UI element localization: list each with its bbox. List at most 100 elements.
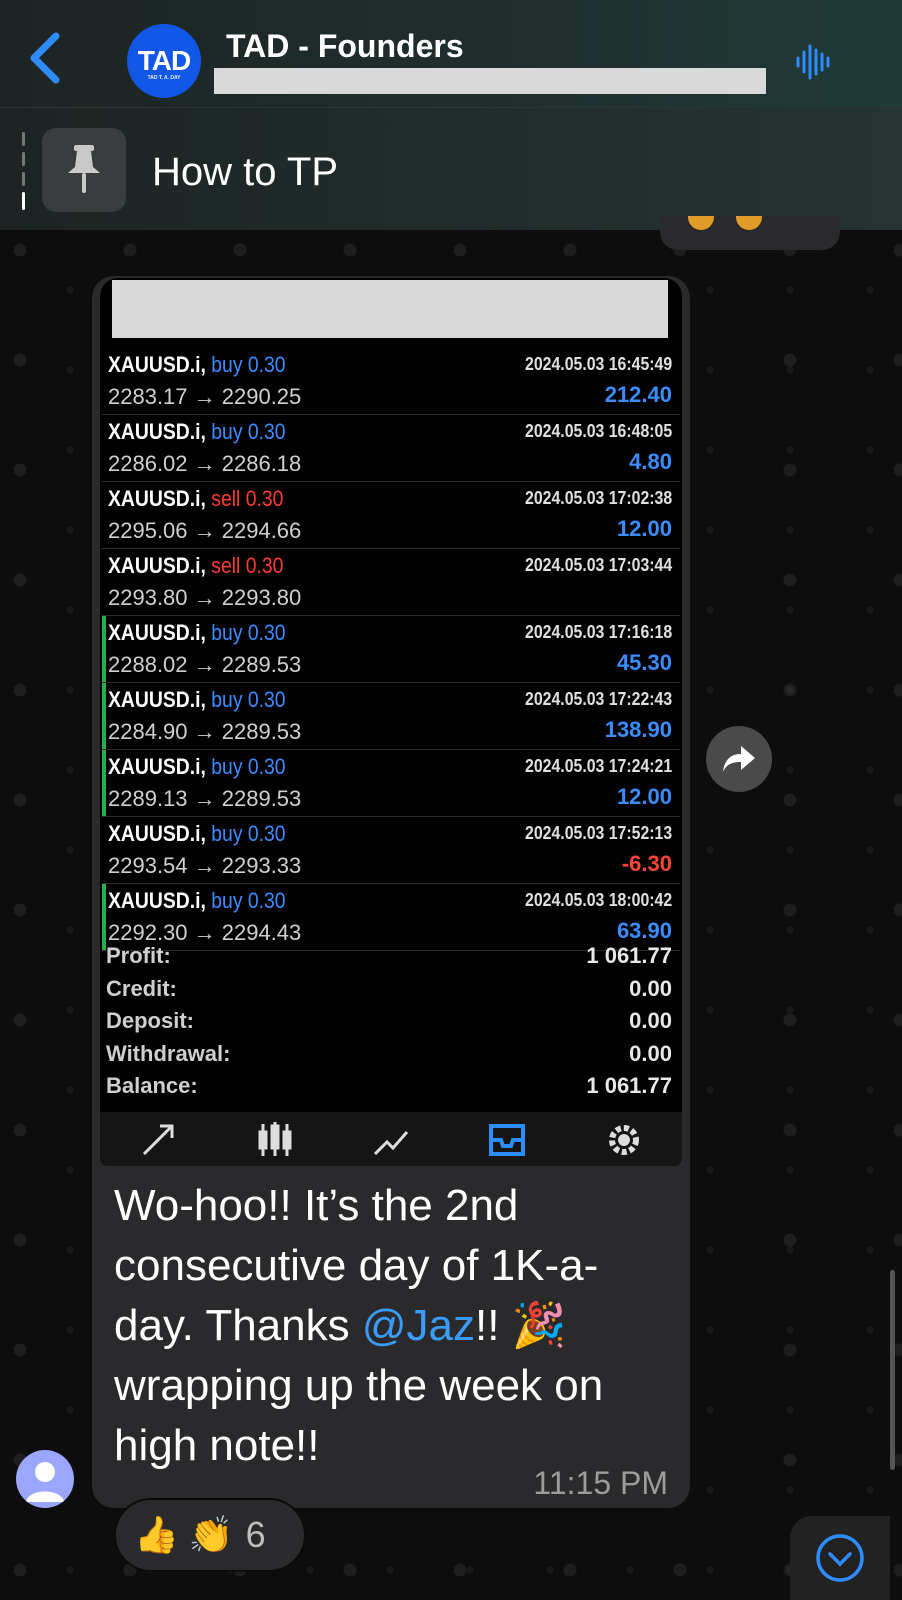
trade-time: 2024.05.03 17:02:38	[524, 488, 672, 508]
summary-label: Balance:	[106, 1073, 198, 1098]
trade-symbol-text: XAUUSD.i,	[108, 754, 206, 779]
trade-symbol-text: XAUUSD.i,	[108, 352, 206, 377]
trade-profit: 45.30	[616, 650, 672, 675]
trade-symbol: XAUUSD.i, buy 0.30	[108, 620, 286, 646]
summary-value: 1 061.77	[586, 943, 672, 968]
trade-time: 2024.05.03 17:16:18	[524, 622, 672, 642]
trade-row: XAUUSD.i, buy 0.30 2293.54 → 2293.33 2024.…	[102, 817, 680, 884]
scroll-down-icon	[816, 1534, 864, 1582]
trade-direction-volume: buy 0.30	[211, 620, 286, 645]
trade-profit: -6.30	[621, 851, 672, 876]
trade-row: XAUUSD.i, buy 0.30 2283.17 → 2290.25 2024.…	[102, 348, 680, 415]
voice-chat-icon[interactable]	[794, 42, 834, 82]
trade-time: 2024.05.03 18:00:42	[524, 890, 672, 910]
trade-symbol: XAUUSD.i, buy 0.30	[108, 754, 286, 780]
summary-row: Credit: 0.00	[106, 976, 672, 1009]
summary-label: Deposit:	[106, 1008, 194, 1033]
trade-list: XAUUSD.i, buy 0.30 2283.17 → 2290.25 2024.…	[102, 348, 680, 951]
trade-time: 2024.05.03 16:45:49	[524, 354, 672, 374]
trade-profit: 12.00	[616, 516, 672, 541]
trade-symbol: XAUUSD.i, buy 0.30	[108, 888, 286, 914]
trade-time: 2024.05.03 17:52:13	[524, 823, 672, 843]
back-chevron-icon[interactable]	[24, 30, 68, 86]
trade-prices: 2293.80 → 2293.80	[108, 585, 302, 610]
trade-prices: 2289.13 → 2289.53	[108, 786, 302, 811]
trade-time: 2024.05.03 17:22:43	[524, 689, 672, 709]
forward-button[interactable]	[706, 726, 772, 792]
chat-header: TAD TAD T. A. DAY TAD - Founders	[0, 0, 902, 108]
trade-time: 2024.05.03 16:48:05	[524, 421, 672, 441]
summary-label: Credit:	[106, 975, 177, 1001]
trade-symbol-text: XAUUSD.i,	[108, 620, 206, 645]
trade-row: XAUUSD.i, buy 0.30 2288.02 → 2289.53 2024.…	[102, 616, 680, 683]
trade-row: XAUUSD.i, buy 0.30 2292.30 → 2294.43 2024.…	[102, 884, 680, 951]
trade-symbol: XAUUSD.i, buy 0.30	[108, 352, 286, 378]
trade-row: XAUUSD.i, buy 0.30 2284.90 → 2289.53 2024.…	[102, 683, 680, 750]
trade-profit: 12.00	[616, 784, 672, 809]
reactions-pill[interactable]: 👍 👏 6	[114, 1498, 306, 1572]
forward-icon	[723, 746, 755, 772]
summary-label: Profit:	[106, 943, 171, 968]
trade-row: XAUUSD.i, sell 0.30 2295.06 → 2294.66 2024…	[102, 482, 680, 549]
message-text: Wo-hoo!! It’s the 2nd consecutive day of…	[114, 1176, 674, 1476]
previous-message-reaction-edge	[660, 216, 840, 250]
quotes-tab-icon	[138, 1120, 178, 1160]
trade-time: 2024.05.03 17:03:44	[524, 555, 672, 575]
sender-avatar[interactable]	[16, 1450, 74, 1508]
trade-prices: 2286.02 → 2286.18	[108, 451, 302, 476]
trade-history-screenshot[interactable]: XAUUSD.i, buy 0.30 2283.17 → 2290.25 2024.…	[100, 278, 682, 1166]
group-avatar[interactable]: TAD TAD T. A. DAY	[127, 24, 201, 98]
pinned-message-bar[interactable]: How to TP	[0, 108, 902, 230]
trade-direction-volume: buy 0.30	[211, 888, 286, 913]
reaction-count: 6	[245, 1514, 266, 1555]
trade-time: 2024.05.03 17:24:21	[524, 756, 672, 776]
trade-symbol: XAUUSD.i, sell 0.30	[108, 486, 283, 512]
trade-direction-volume: buy 0.30	[211, 352, 286, 377]
summary-value: 0.00	[629, 1040, 672, 1066]
trade-symbol-text: XAUUSD.i,	[108, 419, 206, 444]
user-avatar-icon	[26, 1462, 64, 1502]
trading-app-tabbar	[100, 1112, 682, 1166]
group-title[interactable]: TAD - Founders	[226, 28, 464, 65]
trade-prices: 2284.90 → 2289.53	[108, 719, 302, 744]
settings-tab-icon	[604, 1120, 644, 1160]
history-tab-icon	[487, 1120, 527, 1160]
trade-direction-volume: sell 0.30	[211, 553, 284, 578]
pin-icon-box	[42, 128, 126, 212]
trade-direction-volume: buy 0.30	[211, 754, 286, 779]
account-summary: Profit: 1 061.77 Credit: 0.00 Deposit: 0.00 Wi…	[106, 943, 672, 1106]
trade-profit: 4.80	[629, 449, 672, 474]
group-avatar-subtext: TAD T. A. DAY	[147, 75, 181, 81]
pinned-message-text: How to TP	[152, 150, 338, 194]
trade-direction-volume: sell 0.30	[211, 486, 284, 511]
trade-tab-icon	[371, 1120, 411, 1160]
trade-symbol-text: XAUUSD.i,	[108, 687, 206, 712]
redacted-image-header	[112, 280, 668, 338]
trade-symbol: XAUUSD.i, buy 0.30	[108, 821, 286, 847]
summary-value: 1 061.77	[586, 1073, 672, 1098]
scroll-to-bottom-button[interactable]	[790, 1516, 890, 1600]
trade-symbol: XAUUSD.i, buy 0.30	[108, 419, 286, 445]
trade-prices: 2283.17 → 2290.25	[108, 384, 302, 409]
trade-symbol-text: XAUUSD.i,	[108, 888, 206, 913]
trade-row: XAUUSD.i, sell 0.30 2293.80 → 2293.80 2024…	[102, 549, 680, 616]
summary-row: Deposit: 0.00	[106, 1008, 672, 1041]
trade-symbol-text: XAUUSD.i,	[108, 821, 206, 846]
trade-profit: 138.90	[604, 717, 672, 742]
chat-scrollbar[interactable]	[890, 1270, 895, 1470]
pinned-index-indicator	[22, 132, 26, 222]
message-timestamp: 11:15 PM	[533, 1465, 668, 1501]
trade-prices: 2288.02 → 2289.53	[108, 652, 302, 677]
summary-row: Balance: 1 061.77	[106, 1073, 672, 1106]
mention-link[interactable]: @Jaz	[362, 1301, 475, 1350]
trade-symbol: XAUUSD.i, buy 0.30	[108, 687, 286, 713]
redacted-members-bar	[214, 68, 766, 94]
summary-value: 0.00	[629, 975, 672, 1001]
trade-profit: 212.40	[604, 382, 672, 407]
trade-prices: 2293.54 → 2293.33	[108, 853, 302, 878]
trade-symbol-text: XAUUSD.i,	[108, 486, 206, 511]
chart-tab-icon	[255, 1120, 295, 1160]
message-bubble[interactable]: XAUUSD.i, buy 0.30 2283.17 → 2290.25 2024.…	[92, 276, 690, 1508]
trade-symbol-text: XAUUSD.i,	[108, 553, 206, 578]
trade-row: XAUUSD.i, buy 0.30 2286.02 → 2286.18 2024.…	[102, 415, 680, 482]
